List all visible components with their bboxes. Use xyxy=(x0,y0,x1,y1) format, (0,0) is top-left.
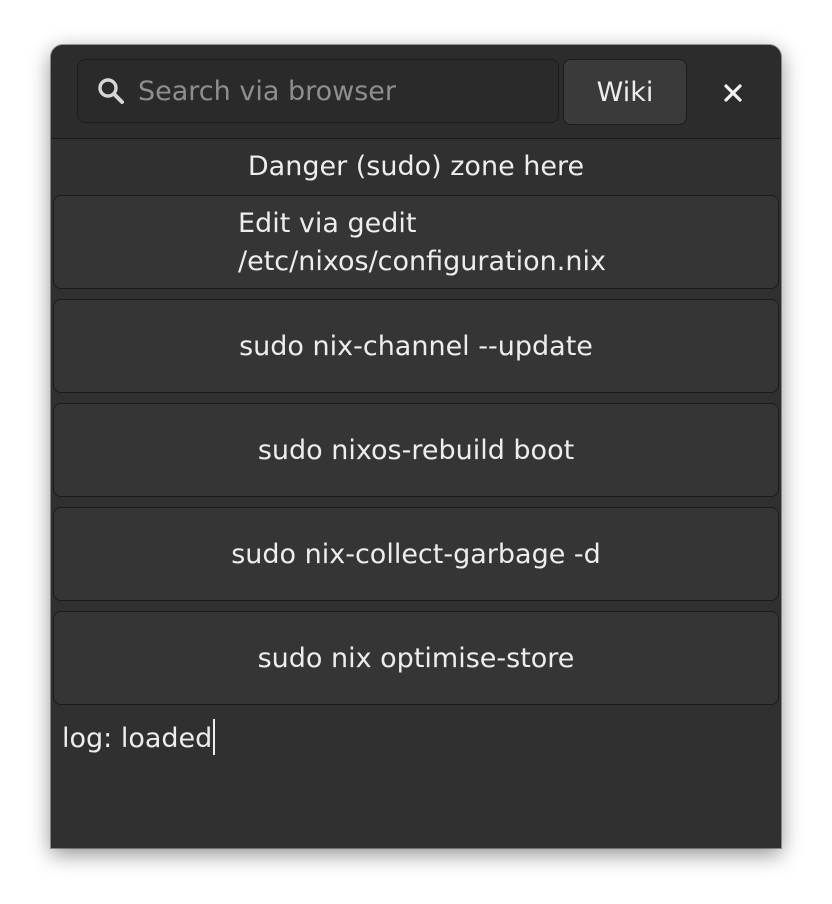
rebuild-boot-button[interactable]: sudo nixos-rebuild boot xyxy=(53,403,779,497)
rebuild-boot-label: sudo nixos-rebuild boot xyxy=(257,434,575,466)
header-bar: Wiki xyxy=(51,45,781,139)
collect-garbage-button[interactable]: sudo nix-collect-garbage -d xyxy=(53,507,779,601)
channel-update-button[interactable]: sudo nix-channel --update xyxy=(53,299,779,393)
app-window: Wiki Danger (sudo) zone here Edit via ge… xyxy=(51,45,781,848)
search-box[interactable] xyxy=(77,59,559,123)
close-button[interactable] xyxy=(713,73,753,113)
edit-config-label-line1: Edit via gedit xyxy=(238,208,417,239)
collect-garbage-label: sudo nix-collect-garbage -d xyxy=(231,538,601,570)
wiki-button[interactable]: Wiki xyxy=(563,59,687,125)
search-icon xyxy=(98,78,124,104)
text-cursor xyxy=(213,719,216,755)
log-textview[interactable]: log: loaded xyxy=(62,719,216,755)
danger-zone-title: Danger (sudo) zone here xyxy=(247,151,585,182)
edit-config-button[interactable]: Edit via gedit /etc/nixos/configuration.… xyxy=(53,195,779,289)
close-icon xyxy=(724,84,742,102)
optimise-store-button[interactable]: sudo nix optimise-store xyxy=(53,611,779,705)
edit-config-label-line2: /etc/nixos/configuration.nix xyxy=(238,246,606,277)
log-text: log: loaded xyxy=(62,723,213,754)
channel-update-label: sudo nix-channel --update xyxy=(239,330,593,362)
optimise-store-label: sudo nix optimise-store xyxy=(257,642,575,674)
search-input[interactable] xyxy=(138,75,538,107)
